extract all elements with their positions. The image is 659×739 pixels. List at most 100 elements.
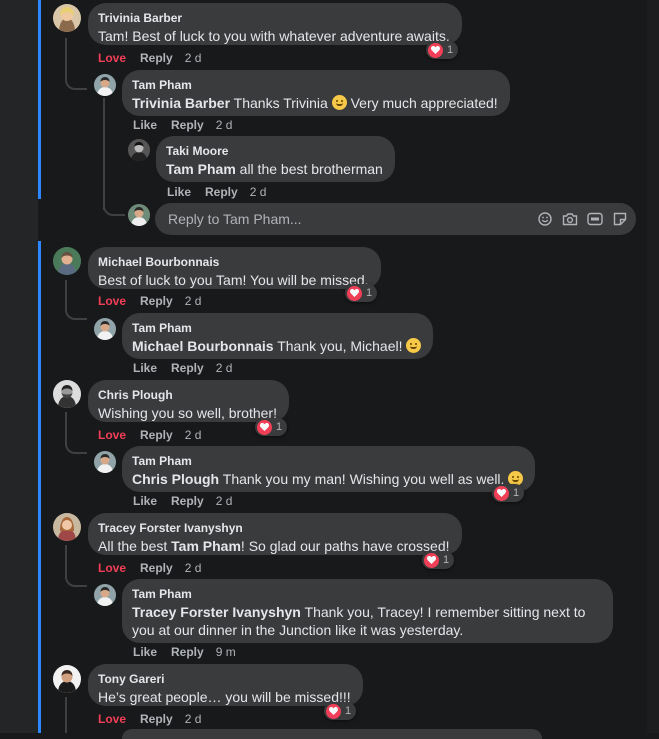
reply-button[interactable]: Reply [171,118,204,132]
reaction-badge[interactable]: 1 [255,418,288,436]
comment-author[interactable]: Tam Pham [132,454,523,469]
comment-bubble: Tam Pham Michael Bourbonnais Thank you, … [122,313,434,359]
comment-actions: Love Reply 2 d [98,561,215,575]
comment-author[interactable]: Tam Pham [132,78,498,93]
reply-button[interactable]: Reply [171,494,204,508]
comment-author[interactable]: Taki Moore [166,144,383,159]
comment-author[interactable]: Tracey Forster Ivanyshyn [98,521,450,536]
avatar[interactable] [128,139,150,161]
reply-button[interactable]: Reply [140,712,173,726]
love-button[interactable]: Love [98,51,126,65]
avatar[interactable] [53,513,81,541]
mention-link[interactable]: Tracey Forster Ivanyshyn [132,604,301,620]
comment-actions: Love Reply 2 d [98,294,215,308]
mention-link[interactable]: Michael Bourbonnais [132,338,274,354]
comment-author[interactable]: Michael Bourbonnais [98,255,369,270]
avatar[interactable] [53,4,81,32]
timestamp[interactable]: 2 d [216,361,233,375]
comment-author[interactable]: Chris Plough [98,388,277,403]
timestamp[interactable]: 2 d [216,494,233,508]
reaction-badge[interactable]: 1 [492,484,525,502]
sticker-icon[interactable] [612,211,628,227]
avatar[interactable] [53,247,81,275]
comment-bubble: Trivinia Barber Tam! Best of luck to you… [88,3,462,45]
left-panel [0,0,38,733]
comment-author[interactable]: Trivinia Barber [98,11,450,26]
comment-actions: Love Reply 2 d [98,428,215,442]
like-button[interactable]: Like [133,118,157,132]
timestamp[interactable]: 2 d [185,712,202,726]
comment-actions: Like Reply 2 d [167,185,280,199]
comment-bubble: Tracey Forster Ivanyshyn All the best Ta… [88,513,462,555]
comment-text: Tam! Best of luck to you with whatever a… [98,28,450,44]
comment-text: Best of luck to you Tam! You will be mis… [98,272,369,288]
gif-icon[interactable] [587,211,603,227]
thread-line [65,74,87,90]
comment-bubble: Michael Bourbonnais Best of luck to you … [88,247,381,289]
emoji-icon[interactable] [537,211,553,227]
thread-line [65,280,87,320]
scrollbar-track[interactable] [647,0,659,733]
avatar[interactable] [94,584,116,606]
reaction-badge[interactable]: 1 [426,41,459,59]
camera-icon[interactable] [562,211,578,227]
comment-author[interactable]: Tony Gareri [98,672,351,687]
comment-actions: Like Reply 2 d [133,361,246,375]
mention-link[interactable]: Trivinia Barber [132,95,230,111]
like-button[interactable]: Like [133,361,157,375]
reply-button[interactable]: Reply [205,185,238,199]
thread-line [103,98,105,210]
reply-input[interactable] [166,210,537,228]
timestamp[interactable]: 2 d [185,561,202,575]
timestamp[interactable]: 2 d [185,51,202,65]
like-button[interactable]: Like [133,494,157,508]
next-reply-bubble [122,729,542,739]
reply-button[interactable]: Reply [140,294,173,308]
reaction-count: 1 [443,554,450,566]
comment-actions: Like Reply 2 d [133,494,246,508]
timestamp[interactable]: 2 d [185,428,202,442]
love-button[interactable]: Love [98,428,126,442]
like-button[interactable]: Like [133,645,157,659]
timestamp[interactable]: 9 m [216,645,236,659]
comment-bubble: Chris Plough Wishing you so well, brothe… [88,380,289,422]
love-icon [494,485,509,501]
reply-button[interactable]: Reply [171,645,204,659]
comment-actions: Like Reply 2 d [133,118,246,132]
reaction-count: 1 [366,287,373,299]
love-button[interactable]: Love [98,561,126,575]
reaction-count: 1 [276,421,283,433]
comment-actions: Like Reply 9 m [133,645,250,659]
reaction-badge[interactable]: 1 [324,702,357,720]
comment-author[interactable]: Tam Pham [132,321,421,336]
like-button[interactable]: Like [167,185,191,199]
thread-line [65,545,87,587]
reaction-badge[interactable]: 1 [345,284,378,302]
reaction-badge[interactable]: 1 [422,551,455,569]
avatar[interactable] [94,318,116,340]
comment-text: Trivinia Barber Thanks Trivinia Very muc… [132,95,498,111]
timestamp[interactable]: 2 d [250,185,267,199]
timestamp[interactable]: 2 d [185,294,202,308]
reply-button[interactable]: Reply [140,428,173,442]
comment-text: Chris Plough Thank you my man! Wishing y… [132,470,524,488]
mention-link[interactable]: Tam Pham [171,538,241,554]
love-button[interactable]: Love [98,712,126,726]
reply-button[interactable]: Reply [140,51,173,65]
mention-link[interactable]: Chris Plough [132,471,219,487]
avatar[interactable] [94,74,116,96]
timestamp[interactable]: 2 d [216,118,233,132]
love-button[interactable]: Love [98,294,126,308]
reply-button[interactable]: Reply [171,361,204,375]
thread-line [103,200,125,216]
comment-author[interactable]: Tam Pham [132,587,601,602]
comment-text: Tracey Forster Ivanyshyn Thank you, Trac… [132,604,586,638]
avatar[interactable] [53,380,81,408]
reply-button[interactable]: Reply [140,561,173,575]
avatar[interactable] [53,665,81,693]
love-icon [326,703,341,719]
comment-bubble: Taki Moore Tam Pham all the best brother… [156,136,395,182]
comment-bubble: Tony Gareri He’s great people… you will … [88,664,363,706]
mention-link[interactable]: Tam Pham [166,161,236,177]
avatar[interactable] [94,451,116,473]
